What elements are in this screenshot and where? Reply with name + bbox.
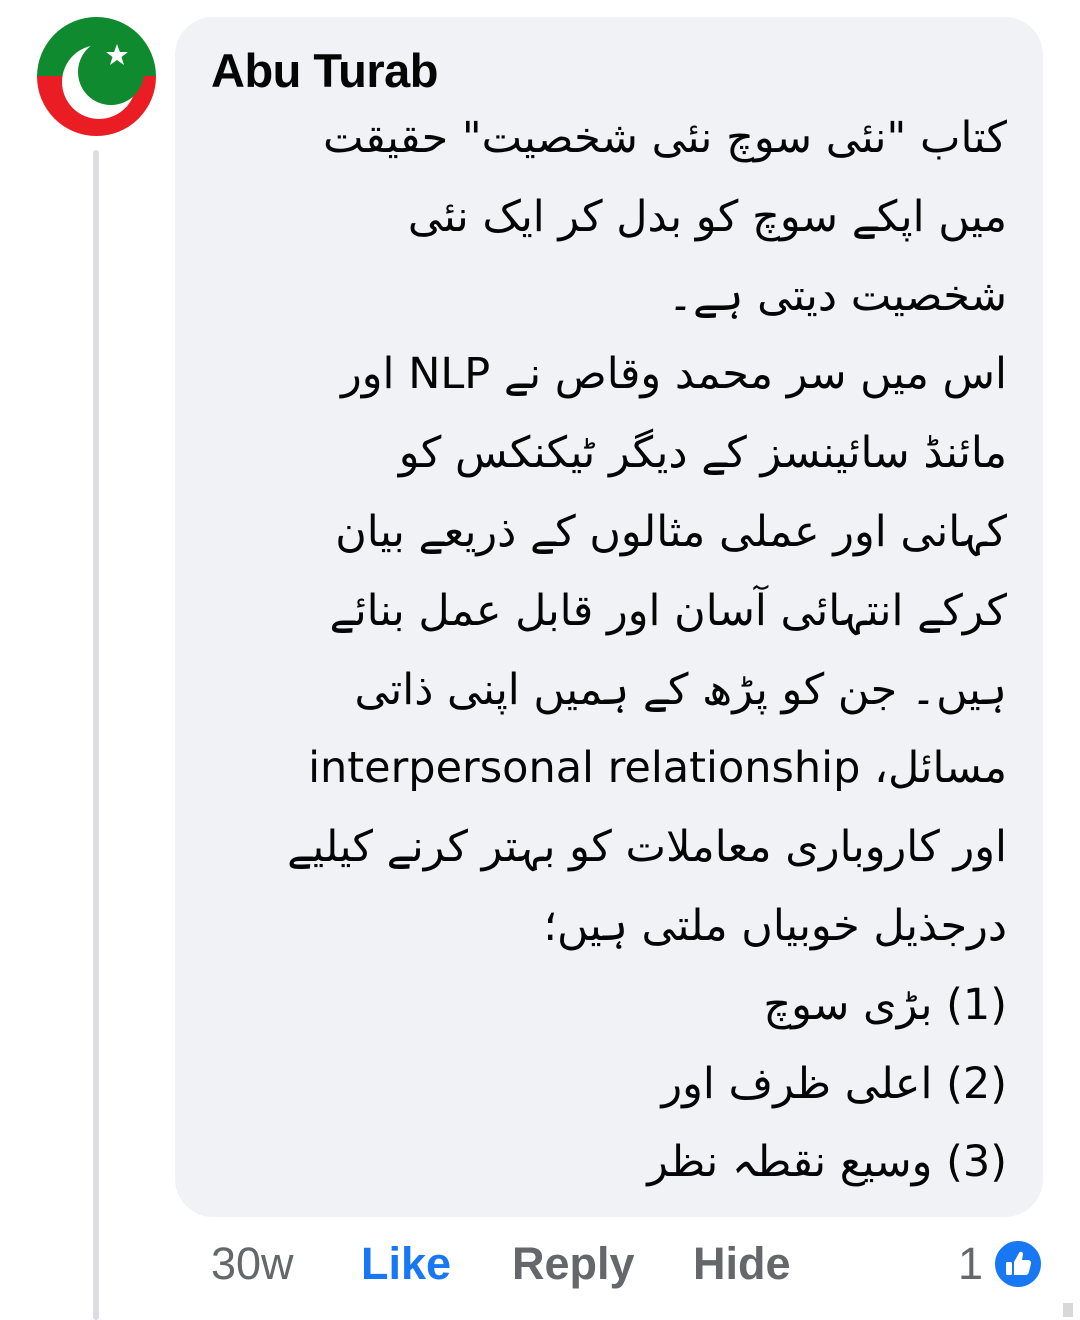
thumbs-up-icon [1006,1251,1032,1275]
scrollbar-thumb[interactable] [1063,1303,1073,1317]
crescent-star-flag-icon [37,17,156,136]
comment-line: ہیں۔ جن کو پڑھ کے ہمیں اپنی ذاتی [354,664,1007,715]
comment-line: اس میں سر محمد وقاص نے NLP اور [341,349,1007,400]
avatar[interactable] [37,17,156,136]
thread-line [93,150,99,1320]
comment-line: شخصیت دیتی ہے۔ [667,270,1007,321]
comment-line: میں اپکے سوچ کو بدل کر ایک نئی [407,191,1007,242]
comment-author[interactable]: Abu Turab [211,43,439,98]
comment-text: کتاب "نئی سوچ نئی شخصیت" حقیقت میں اپکے … [195,99,1007,1202]
comment-timestamp[interactable]: 30w [211,1238,294,1290]
reply-button[interactable]: Reply [512,1238,635,1290]
comment-line: کہانی اور عملی مثالوں کے ذریعے بیان [335,506,1007,557]
like-reaction-badge[interactable] [992,1238,1044,1290]
comment-bubble[interactable]: Abu Turab کتاب "نئی سوچ نئی شخصیت" حقیقت… [175,17,1043,1217]
hide-button[interactable]: Hide [693,1238,791,1290]
like-button[interactable]: Like [361,1238,451,1290]
comment-line: (1) بڑی سوچ [763,979,1007,1030]
comment-line: کرکے انتہائی آسان اور قابل عمل بنائے [329,585,1007,636]
comment-line: درجذیل خوبیاں ملتی ہیں؛ [543,900,1007,951]
comment-line: مسائل، interpersonal relationship [308,743,1007,794]
comment-line: مائنڈ سائینسز کے دیگر ٹیکنکس کو [398,428,1007,479]
comment-line: (2) اعلی ظرف اور [661,1058,1007,1109]
comment-line: کتاب "نئی سوچ نئی شخصیت" حقیقت [322,113,1007,163]
reaction-count[interactable]: 1 [958,1238,983,1290]
comment-line: اور کاروباری معاملات کو بہتر کرنے کیلیے [287,822,1007,873]
comment-line: (3) وسیع نقطہ نظر [647,1137,1007,1188]
